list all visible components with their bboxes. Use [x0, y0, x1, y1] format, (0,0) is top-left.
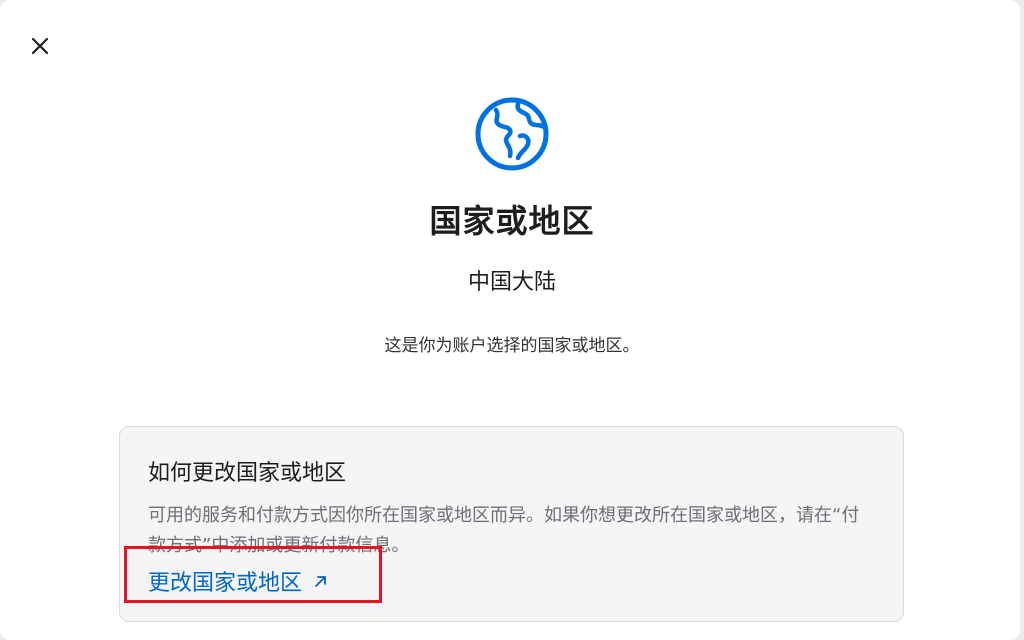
- current-region: 中国大陆: [467, 270, 556, 295]
- card-title: 如何更改国家或地区: [148, 461, 347, 486]
- change-region-link[interactable]: 更改国家或地区: [148, 565, 330, 597]
- card-body: 可用的服务和付款方式因你所在国家或地区而异。如果你想更改所在国家或地区，请在“付…: [148, 505, 860, 556]
- change-region-card: 如何更改国家或地区 可用的服务和付款方式因你所在国家或地区而异。如果你想更改所在…: [119, 426, 904, 622]
- dialog-title: 国家或地区: [429, 202, 595, 240]
- close-button[interactable]: [26, 32, 54, 60]
- globe-icon: [475, 97, 549, 171]
- region-description: 这是你为账户选择的国家或地区。: [384, 336, 640, 356]
- close-icon: [31, 37, 49, 55]
- dialog: 国家或地区 中国大陆 这是你为账户选择的国家或地区。 如何更改国家或地区 可用的…: [0, 0, 1020, 640]
- change-region-link-label: 更改国家或地区: [148, 571, 303, 596]
- external-arrow-icon: [315, 576, 326, 587]
